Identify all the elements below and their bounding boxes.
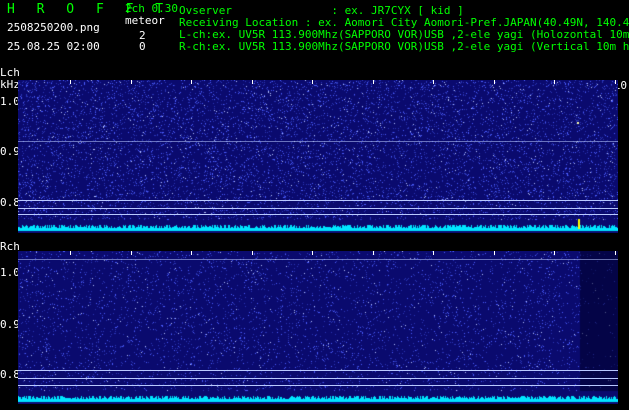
time-tick-mark: [191, 80, 192, 84]
rch-spectrogram-canvas: [18, 251, 618, 404]
rch-spectrogram: [18, 251, 618, 404]
time-tick-mark: [614, 251, 616, 255]
time-tick-mark: [70, 80, 71, 84]
hroft-display: H R O F F T 2508250200.png 25.08.25 02:0…: [0, 0, 629, 410]
rch-config-line: R-ch:ex. UV5R 113.900Mhz(SAPPORO VOR)USB…: [179, 40, 629, 53]
rch-carrier-line: [18, 259, 618, 260]
rch-ref-line-2: [18, 378, 618, 379]
time-tick-mark: [614, 80, 616, 84]
rch-ytick-3: 0.8: [0, 368, 20, 381]
time-tick-mark: [493, 80, 495, 84]
meteor-count-label: meteor: [125, 14, 165, 27]
time-tick-mark: [372, 251, 374, 255]
rch-ref-line-3: [18, 385, 618, 386]
time-tick-mark: [191, 251, 192, 255]
rch-ytick-2: 0.9: [0, 318, 20, 331]
lch-spectrogram-canvas: [18, 80, 618, 233]
time-tick-mark: [130, 251, 132, 255]
rch-ref-line-1: [18, 370, 618, 371]
rch-label: Rch: [0, 240, 20, 253]
time-tick-mark: [70, 251, 71, 255]
lch-ytick-3: 0.8: [0, 196, 20, 209]
rch-ytick-1: 1.0: [0, 266, 20, 279]
time-tick-mark: [251, 80, 253, 84]
lch-ref-line-2: [18, 208, 618, 209]
time-tick-mark: [312, 80, 313, 84]
time-tick-mark: [251, 251, 253, 255]
lch-ytick-2: 0.9: [0, 145, 20, 158]
lch-spectrogram: [18, 80, 618, 233]
time-tick-mark: [372, 80, 374, 84]
time-tick-mark: [554, 80, 555, 84]
datetime-label: 25.08.25 02:00: [7, 40, 100, 53]
filename-label: 2508250200.png: [7, 21, 100, 34]
time-tick-mark: [554, 251, 555, 255]
time-tick-mark: [433, 251, 434, 255]
time-tick-mark: [312, 251, 313, 255]
meteor-count-rch: 0: [139, 40, 146, 53]
lch-ref-line-3: [18, 214, 618, 215]
lch-ytick-1: 1.0: [0, 95, 20, 108]
time-tick-mark: [433, 80, 434, 84]
lch-unit: kHz: [0, 78, 20, 91]
time-tick-mark: [493, 251, 495, 255]
time-tick-mark: [130, 80, 132, 84]
lch-ref-line-1: [18, 200, 618, 201]
lch-carrier-line: [18, 141, 618, 142]
